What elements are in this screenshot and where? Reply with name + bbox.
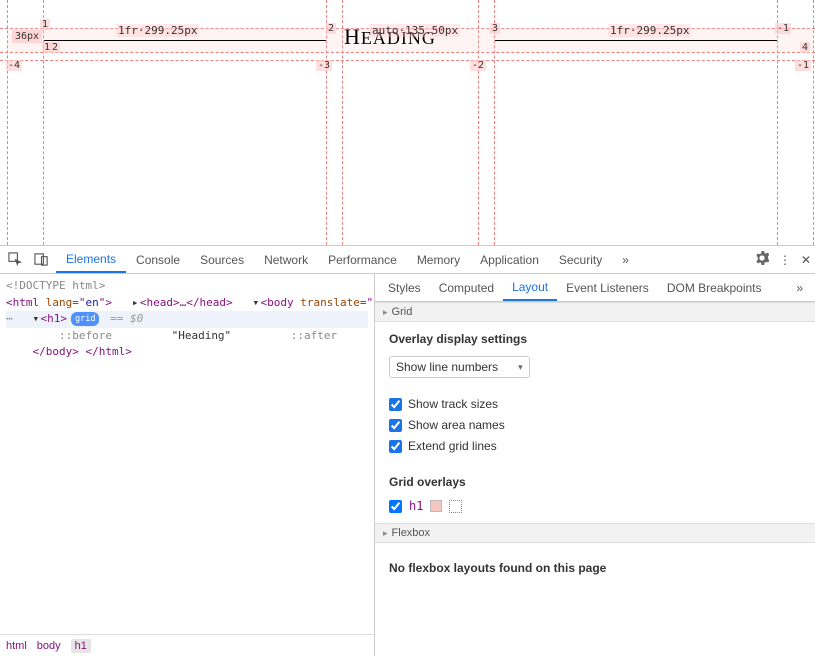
dom-tree[interactable]: <!DOCTYPE html> <html lang="en"> ▸<head>… <box>0 274 374 634</box>
section-grid[interactable]: Grid <box>375 302 815 322</box>
tab-performance[interactable]: Performance <box>318 246 407 273</box>
breadcrumb: html body h1 <box>0 634 374 656</box>
select-label: Show line numbers <box>396 360 498 374</box>
section-flexbox[interactable]: Flexbox <box>375 523 815 543</box>
grid-num: 2 <box>50 42 60 53</box>
tab-more[interactable]: » <box>612 246 639 273</box>
label-track-sizes: Show track sizes <box>408 397 498 411</box>
grid-num: -3 <box>316 60 332 71</box>
flexbox-empty-message: No flexbox layouts found on this page <box>375 543 815 593</box>
tab-dom-breakpoints[interactable]: DOM Breakpoints <box>658 274 771 301</box>
dom-panel: <!DOCTYPE html> <html lang="en"> ▸<head>… <box>0 274 375 656</box>
tab-layout[interactable]: Layout <box>503 274 557 301</box>
sidebar-tabs: Styles Computed Layout Event Listeners D… <box>375 274 815 302</box>
dom-selected-h1[interactable]: ⋯ ▾<h1>grid == $0 <box>6 311 368 328</box>
color-swatch[interactable] <box>430 500 442 512</box>
devtools-toolbar: Elements Console Sources Network Perform… <box>0 246 815 274</box>
tab-styles[interactable]: Styles <box>379 274 430 301</box>
tab-elements[interactable]: Elements <box>56 246 126 273</box>
grid-num: 1 <box>40 19 50 30</box>
devtools: Elements Console Sources Network Perform… <box>0 246 815 656</box>
track-label-1: 1fr·299.25px <box>116 24 199 37</box>
tab-event-listeners[interactable]: Event Listeners <box>557 274 658 301</box>
kebab-icon[interactable]: ⋮ <box>779 253 791 267</box>
sidebar-panel: Styles Computed Layout Event Listeners D… <box>375 274 815 656</box>
close-icon[interactable]: ✕ <box>801 253 811 267</box>
overlay-label-h1: h1 <box>409 499 423 513</box>
checkbox-extend-lines[interactable] <box>389 440 402 453</box>
tab-sources[interactable]: Sources <box>190 246 254 273</box>
grid-badge[interactable]: grid <box>71 312 99 327</box>
checkbox-track-sizes[interactable] <box>389 398 402 411</box>
grid-num: -2 <box>470 60 486 71</box>
track-label-3: 1fr·299.25px <box>608 24 691 37</box>
grid-num: -1 <box>775 23 791 34</box>
checkbox-area-names[interactable] <box>389 419 402 432</box>
line-numbers-select[interactable]: Show line numbers ▾ <box>389 356 530 378</box>
main-tabs: Elements Console Sources Network Perform… <box>56 246 751 273</box>
sidebar-tabs-more[interactable]: » <box>788 281 811 295</box>
label-area-names: Show area names <box>408 418 505 432</box>
tab-security[interactable]: Security <box>549 246 612 273</box>
grid-overlays-title: Grid overlays <box>389 475 801 489</box>
gear-icon[interactable] <box>755 251 769 268</box>
device-toggle-icon[interactable] <box>30 249 52 271</box>
track-label-2: auto·135.50px <box>370 24 460 37</box>
breadcrumb-html[interactable]: html <box>6 640 27 652</box>
tab-network[interactable]: Network <box>254 246 318 273</box>
label-extend-lines: Extend grid lines <box>408 439 497 453</box>
grid-num: 4 <box>800 42 810 53</box>
row-size-badge: 36px <box>12 30 42 43</box>
chevron-down-icon: ▾ <box>518 362 523 373</box>
tab-memory[interactable]: Memory <box>407 246 470 273</box>
checkbox-overlay-h1[interactable] <box>389 500 402 513</box>
tab-computed[interactable]: Computed <box>430 274 503 301</box>
reveal-element-icon[interactable] <box>449 500 462 513</box>
grid-num: 2 <box>326 23 336 34</box>
inspect-icon[interactable] <box>4 249 26 271</box>
grid-num: -4 <box>6 60 22 71</box>
breadcrumb-body[interactable]: body <box>37 640 61 652</box>
overlay-settings-title: Overlay display settings <box>389 332 801 346</box>
tab-application[interactable]: Application <box>470 246 549 273</box>
grid-num: 3 <box>490 23 500 34</box>
breadcrumb-h1[interactable]: h1 <box>71 639 91 653</box>
tab-console[interactable]: Console <box>126 246 190 273</box>
grid-num: -1 <box>795 60 811 71</box>
page-viewport: 36px HEADING 1fr·299.25px auto·135.50px … <box>0 0 815 246</box>
dom-doctype[interactable]: <!DOCTYPE html> <box>6 279 105 292</box>
